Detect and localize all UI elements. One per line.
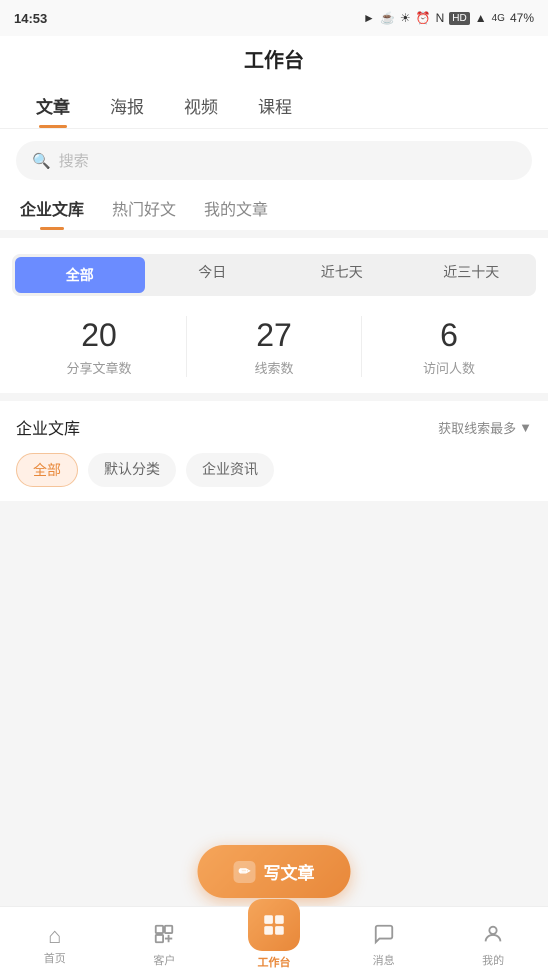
nav-customer-label: 客户 — [153, 952, 175, 968]
category-tags: 全部 默认分类 企业资讯 — [16, 453, 532, 487]
nfc-icon: N — [436, 11, 445, 25]
page-title: 工作台 — [0, 44, 548, 85]
4g-icon: 4G — [492, 13, 505, 24]
stat-visitors-number: 6 — [362, 316, 536, 354]
nav-mine[interactable]: 我的 — [438, 917, 548, 968]
sort-chevron-icon: ▼ — [519, 420, 532, 435]
library-title: 企业文库 — [16, 415, 80, 439]
sort-button[interactable]: 获取线索最多 ▼ — [438, 418, 532, 437]
library-section: 企业文库 获取线索最多 ▼ 全部 默认分类 企业资讯 — [0, 401, 548, 501]
stats-numbers: 20 分享文章数 27 线索数 6 访问人数 — [12, 316, 536, 377]
category-all[interactable]: 全部 — [16, 453, 78, 487]
wechat-icon: ☕ — [380, 11, 395, 25]
location-icon: ► — [363, 11, 375, 25]
stat-articles: 20 分享文章数 — [12, 316, 187, 377]
tab-course[interactable]: 课程 — [238, 85, 312, 128]
stat-articles-label: 分享文章数 — [12, 358, 186, 377]
subtab-mine[interactable]: 我的文章 — [204, 196, 268, 230]
main-tabs: 文章 海报 视频 课程 — [0, 85, 548, 129]
alarm-icon: ⏰ — [416, 11, 431, 25]
photo-icon: ☀ — [400, 11, 411, 25]
status-time: 14:53 — [14, 11, 47, 26]
nav-mine-label: 我的 — [482, 952, 504, 968]
header: 工作台 — [0, 36, 548, 85]
divider — [0, 393, 548, 401]
stats-filter-row: 全部 今日 近七天 近三十天 — [12, 254, 536, 296]
category-news[interactable]: 企业资讯 — [186, 453, 274, 487]
write-article-button[interactable]: ✏ 写文章 — [198, 845, 351, 898]
filter-today[interactable]: 今日 — [148, 254, 278, 296]
stat-leads: 27 线索数 — [187, 316, 362, 377]
stats-section: 全部 今日 近七天 近三十天 20 分享文章数 27 线索数 6 访问人数 — [0, 238, 548, 393]
battery-icon: 47% — [510, 11, 534, 25]
bottom-nav: ⌂ 首页 客户 工作台 消 — [0, 906, 548, 978]
nav-worktable[interactable]: 工作台 — [219, 899, 329, 970]
search-icon: 🔍 — [32, 152, 51, 170]
signal-icon: ▲ — [475, 11, 487, 25]
message-icon — [373, 923, 395, 949]
sub-tabs: 企业文库 热门好文 我的文章 — [0, 192, 548, 230]
write-btn-container: ✏ 写文章 — [198, 845, 351, 898]
worktable-icon — [248, 899, 300, 951]
stat-articles-number: 20 — [12, 316, 186, 354]
tab-video[interactable]: 视频 — [164, 85, 238, 128]
subtab-library[interactable]: 企业文库 — [20, 196, 84, 230]
filter-all[interactable]: 全部 — [15, 257, 145, 293]
write-label: 写文章 — [264, 859, 315, 884]
search-container: 🔍 搜索 — [0, 129, 548, 192]
home-icon: ⌂ — [48, 925, 61, 947]
tab-poster[interactable]: 海报 — [90, 85, 164, 128]
stat-leads-label: 线索数 — [187, 358, 361, 377]
status-bar: 14:53 ► ☕ ☀ ⏰ N HD ▲ 4G 47% — [0, 0, 548, 36]
search-placeholder: 搜索 — [59, 150, 89, 171]
mine-icon — [482, 923, 504, 949]
subtab-hot[interactable]: 热门好文 — [112, 196, 176, 230]
filter-30days[interactable]: 近三十天 — [407, 254, 537, 296]
stat-visitors: 6 访问人数 — [362, 316, 536, 377]
bottom-spacer — [0, 501, 548, 581]
nav-home-label: 首页 — [44, 950, 66, 966]
library-header: 企业文库 获取线索最多 ▼ — [16, 415, 532, 439]
filter-7days[interactable]: 近七天 — [277, 254, 407, 296]
search-bar[interactable]: 🔍 搜索 — [16, 141, 532, 180]
status-icons: ► ☕ ☀ ⏰ N HD ▲ 4G 47% — [363, 11, 534, 25]
nav-message[interactable]: 消息 — [329, 917, 439, 968]
nav-worktable-label: 工作台 — [257, 954, 290, 970]
stat-leads-number: 27 — [187, 316, 361, 354]
nav-message-label: 消息 — [373, 952, 395, 968]
customer-icon — [153, 923, 175, 949]
sort-label: 获取线索最多 — [438, 418, 516, 437]
stat-visitors-label: 访问人数 — [362, 358, 536, 377]
write-icon: ✏ — [234, 861, 256, 883]
tab-article[interactable]: 文章 — [16, 85, 90, 128]
pen-icon: ✏ — [239, 863, 251, 880]
nav-customer[interactable]: 客户 — [110, 917, 220, 968]
hd-icon: HD — [449, 12, 469, 25]
nav-home[interactable]: ⌂ 首页 — [0, 919, 110, 966]
category-default[interactable]: 默认分类 — [88, 453, 176, 487]
